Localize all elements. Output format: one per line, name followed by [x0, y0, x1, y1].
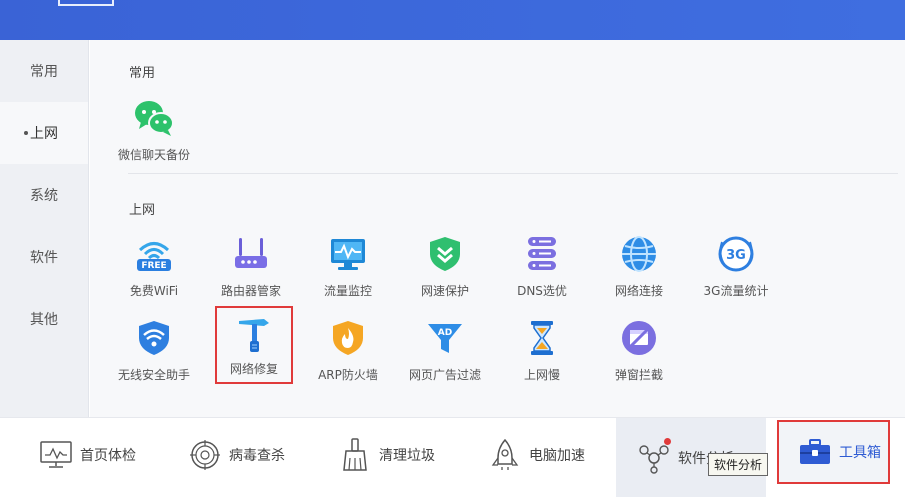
tool-label: 上网慢	[523, 368, 560, 382]
traffic-monitor-icon	[326, 232, 370, 276]
nav-label: 清理垃圾	[379, 448, 435, 464]
tool-label: 网络连接	[614, 284, 663, 298]
tool-network-connection[interactable]: 网络连接	[594, 230, 684, 310]
tool-3g-stats[interactable]: 3G 3G流量统计	[691, 230, 781, 310]
sidebar-item-common[interactable]: 常用	[0, 40, 88, 102]
section-title-common: 常用	[129, 66, 156, 81]
ad-filter-funnel-icon: AD	[423, 316, 467, 360]
active-dot	[24, 131, 28, 135]
monitor-checkup-icon	[38, 437, 74, 473]
tool-label: ARP防火墙	[318, 368, 378, 382]
popup-block-icon	[617, 316, 661, 360]
sidebar-item-label: 系统	[30, 188, 58, 204]
nav-speed-up[interactable]: 电脑加速	[487, 430, 585, 480]
hourglass-icon	[520, 316, 564, 360]
sidebar-item-software[interactable]: 软件	[0, 226, 88, 288]
tool-label: 弹窗拦截	[614, 368, 663, 382]
tool-label: 网速保护	[420, 284, 469, 298]
tool-network-repair[interactable]: 网络修复	[215, 306, 293, 384]
tool-label: 免费WiFi	[129, 284, 179, 298]
section-divider	[128, 173, 898, 174]
tool-label: DNS选优	[517, 284, 567, 298]
tool-label: 流量监控	[323, 284, 372, 298]
section-title-internet: 上网	[129, 203, 156, 218]
header-frame-decoration	[58, 0, 114, 6]
tools-content: 常用 微信聊天备份 上网 FREE 免费WiFi 路由器管家 流量监控 网速保护…	[90, 40, 905, 417]
tool-slow-internet[interactable]: 上网慢	[497, 314, 587, 394]
nav-label: 电脑加速	[529, 448, 585, 464]
wifi-shield-icon	[132, 316, 176, 360]
3g-icon: 3G	[714, 232, 758, 276]
tooltip: 软件分析	[708, 453, 769, 476]
tool-label: 3G流量统计	[703, 284, 769, 298]
tool-speed-protect[interactable]: 网速保护	[400, 230, 490, 310]
nav-label: 首页体检	[80, 448, 136, 464]
globe-icon	[617, 232, 661, 276]
router-icon	[229, 232, 273, 276]
3g-badge-text: 3G	[726, 248, 746, 263]
category-sidebar: 常用 上网 系统 软件 其他	[0, 40, 89, 417]
tool-label: 路由器管家	[220, 284, 281, 298]
rocket-icon	[487, 437, 523, 473]
title-bar	[0, 0, 905, 40]
speed-shield-icon	[423, 232, 467, 276]
nav-clean-junk[interactable]: 清理垃圾	[337, 430, 435, 480]
nav-label: 工具箱	[839, 445, 881, 461]
tool-wechat-backup[interactable]: 微信聊天备份	[109, 94, 199, 174]
software-analysis-icon	[636, 440, 672, 476]
nav-home-checkup[interactable]: 首页体检	[38, 430, 136, 480]
tool-dns-optimize[interactable]: DNS选优	[497, 230, 587, 310]
network-repair-hammer-icon	[232, 312, 276, 356]
nav-virus-scan[interactable]: 病毒查杀	[187, 430, 285, 480]
bottom-navigation: 首页体检 病毒查杀 清理垃圾 电脑加速 软件分析 工具箱	[0, 417, 905, 497]
tool-label: 无线安全助手	[117, 368, 190, 382]
sidebar-item-other[interactable]: 其他	[0, 288, 88, 350]
nav-toolbox[interactable]: 工具箱	[777, 420, 890, 484]
ad-badge-text: AD	[438, 328, 452, 338]
tool-label: 微信聊天备份	[117, 148, 190, 162]
tool-ad-filter[interactable]: AD 网页广告过滤	[400, 314, 490, 394]
tool-label: 网页广告过滤	[408, 368, 481, 382]
wechat-icon	[132, 96, 176, 140]
virus-target-icon	[187, 437, 223, 473]
sidebar-item-label: 软件	[30, 250, 58, 266]
tool-traffic-monitor[interactable]: 流量监控	[303, 230, 393, 310]
notification-dot	[664, 438, 671, 445]
free-badge-text: FREE	[141, 261, 166, 271]
broom-icon	[337, 437, 373, 473]
sidebar-item-label: 上网	[30, 126, 58, 142]
tool-router-manager[interactable]: 路由器管家	[206, 230, 296, 310]
sidebar-item-label: 其他	[30, 312, 58, 328]
tool-free-wifi[interactable]: FREE 免费WiFi	[109, 230, 199, 310]
dns-server-icon	[520, 232, 564, 276]
free-wifi-icon: FREE	[132, 232, 176, 276]
toolbox-icon	[797, 434, 833, 470]
tool-wireless-security[interactable]: 无线安全助手	[109, 314, 199, 394]
sidebar-item-system[interactable]: 系统	[0, 164, 88, 226]
arp-firewall-icon	[326, 316, 370, 360]
tool-arp-firewall[interactable]: ARP防火墙	[303, 314, 393, 394]
sidebar-item-label: 常用	[30, 64, 58, 80]
sidebar-item-internet[interactable]: 上网	[0, 102, 88, 164]
tool-label: 网络修复	[229, 362, 278, 376]
nav-label: 病毒查杀	[229, 448, 285, 464]
tool-popup-block[interactable]: 弹窗拦截	[594, 314, 684, 394]
